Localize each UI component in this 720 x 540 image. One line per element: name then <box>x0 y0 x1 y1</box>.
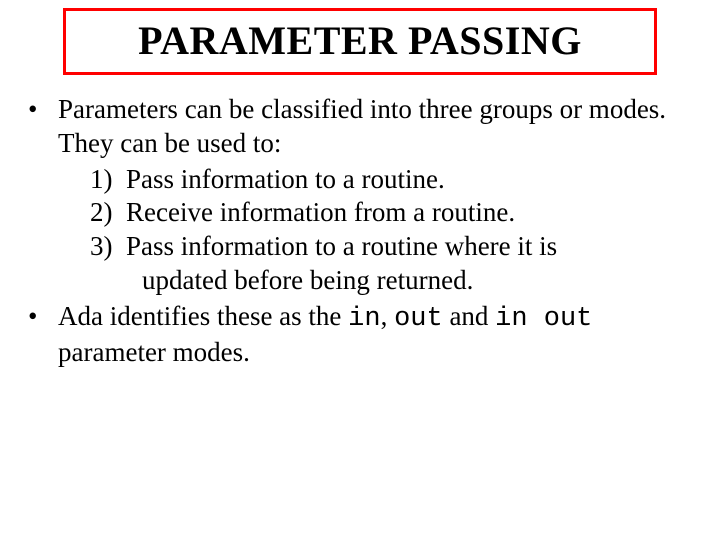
bullet-marker: • <box>26 93 58 161</box>
slide-title: PARAMETER PASSING <box>138 18 582 63</box>
list-text-continuation: updated before being returned. <box>142 264 694 298</box>
slide: PARAMETER PASSING • Parameters can be cl… <box>0 0 720 540</box>
list-text: Pass information to a routine. <box>126 163 694 197</box>
list-text-line: Pass information to a routine where it i… <box>126 231 557 261</box>
list-number: 2) <box>90 196 126 230</box>
slide-body: • Parameters can be classified into thre… <box>0 93 720 370</box>
list-text: Receive information from a routine. <box>126 196 694 230</box>
bullet-item: • Ada identifies these as the in, out an… <box>26 300 694 371</box>
text-run: Ada identifies these as the <box>58 301 348 331</box>
numbered-list: 1) Pass information to a routine. 2) Rec… <box>90 163 694 298</box>
text-run: , <box>381 301 395 331</box>
keyword-in-out: in out <box>495 304 592 334</box>
list-number: 3) <box>90 230 126 298</box>
bullet-item: • Parameters can be classified into thre… <box>26 93 694 161</box>
text-run: and <box>443 301 495 331</box>
keyword-in: in <box>348 304 380 334</box>
list-text: Pass information to a routine where it i… <box>126 230 694 298</box>
list-item: 3) Pass information to a routine where i… <box>90 230 694 298</box>
title-box: PARAMETER PASSING <box>63 8 657 75</box>
bullet-marker: • <box>26 300 58 371</box>
list-item: 2) Receive information from a routine. <box>90 196 694 230</box>
text-run: parameter modes. <box>58 337 250 367</box>
list-item: 1) Pass information to a routine. <box>90 163 694 197</box>
bullet-text: Parameters can be classified into three … <box>58 93 694 161</box>
list-number: 1) <box>90 163 126 197</box>
keyword-out: out <box>394 304 443 334</box>
bullet-text: Ada identifies these as the in, out and … <box>58 300 694 371</box>
